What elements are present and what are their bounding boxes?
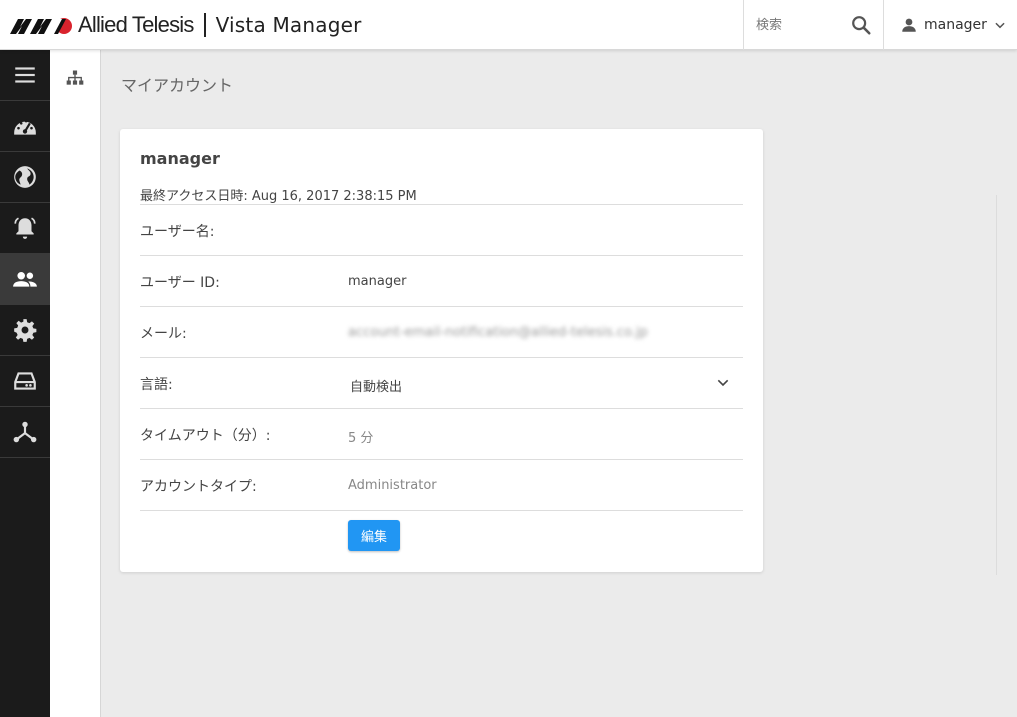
chevron-down-icon	[717, 379, 729, 387]
menu-icon	[15, 67, 35, 83]
account-card: manager 最終アクセス日時: Aug 16, 2017 2:38:15 P…	[120, 129, 763, 572]
sidebar-item-users[interactable]	[0, 254, 50, 305]
row-account-type: アカウントタイプ: Administrator	[140, 459, 743, 510]
sidebar-item-settings[interactable]	[0, 305, 50, 356]
row-email: メール: account-email-notification@allied-t…	[140, 306, 743, 357]
row-user-id: ユーザー ID: manager	[140, 255, 743, 306]
account-title: manager	[140, 149, 220, 168]
sitemap-icon[interactable]	[65, 68, 85, 88]
language-select[interactable]: 自動検出	[350, 367, 743, 399]
email-value: account-email-notification@allied-telesi…	[348, 325, 648, 340]
row-language: 言語: 自動検出	[140, 357, 743, 408]
globe-icon	[14, 166, 36, 188]
storage-icon	[14, 372, 36, 390]
user-id-value: manager	[348, 274, 407, 289]
brand-divider	[203, 13, 206, 37]
sidebar-item-menu[interactable]	[0, 50, 50, 101]
product-name: Vista Manager	[215, 13, 362, 37]
row-username: ユーザー名:	[140, 204, 743, 255]
user-menu[interactable]: manager	[883, 0, 1017, 50]
dashboard-icon	[14, 119, 36, 135]
content-divider	[996, 195, 997, 575]
user-name: manager	[924, 17, 987, 33]
search-icon[interactable]	[850, 14, 872, 36]
row-timeout: タイムアウト（分）: 5 分	[140, 408, 743, 459]
last-access-text: 最終アクセス日時: Aug 16, 2017 2:38:15 PM	[140, 189, 417, 204]
language-label: 言語:	[140, 377, 173, 393]
timeout-value: 5 分	[348, 431, 374, 446]
app-header: Allied Telesis Vista Manager manager	[0, 0, 1017, 50]
users-icon	[13, 271, 37, 287]
sidebar-item-map[interactable]	[0, 152, 50, 203]
sidebar-item-alarms[interactable]	[0, 203, 50, 254]
timeout-label: タイムアウト（分）:	[140, 428, 271, 444]
language-selected-value: 自動検出	[350, 380, 403, 395]
row-divider	[140, 510, 743, 511]
account-type-label: アカウントタイプ:	[140, 479, 257, 495]
brand[interactable]: Allied Telesis Vista Manager	[10, 11, 362, 39]
page-title: マイアカウント	[121, 76, 234, 95]
email-label: メール:	[140, 326, 187, 342]
sidebar-item-dashboard[interactable]	[0, 101, 50, 152]
allied-telesis-logo-icon	[10, 18, 72, 34]
gear-icon	[14, 319, 37, 342]
search-box	[743, 0, 883, 50]
sub-sidebar	[50, 50, 101, 717]
user-id-label: ユーザー ID:	[140, 275, 220, 291]
alarm-bell-icon	[14, 217, 36, 239]
main-sidebar	[0, 50, 50, 717]
username-label: ユーザー名:	[140, 224, 215, 240]
sidebar-item-storage[interactable]	[0, 356, 50, 407]
search-input[interactable]	[756, 15, 846, 35]
company-name: Allied Telesis	[78, 12, 194, 37]
edit-button[interactable]: 編集	[348, 520, 400, 551]
user-icon	[902, 18, 916, 32]
sidebar-item-network[interactable]	[0, 407, 50, 458]
chevron-down-icon	[995, 22, 1005, 29]
account-type-value: Administrator	[348, 478, 437, 493]
network-icon	[13, 421, 37, 443]
